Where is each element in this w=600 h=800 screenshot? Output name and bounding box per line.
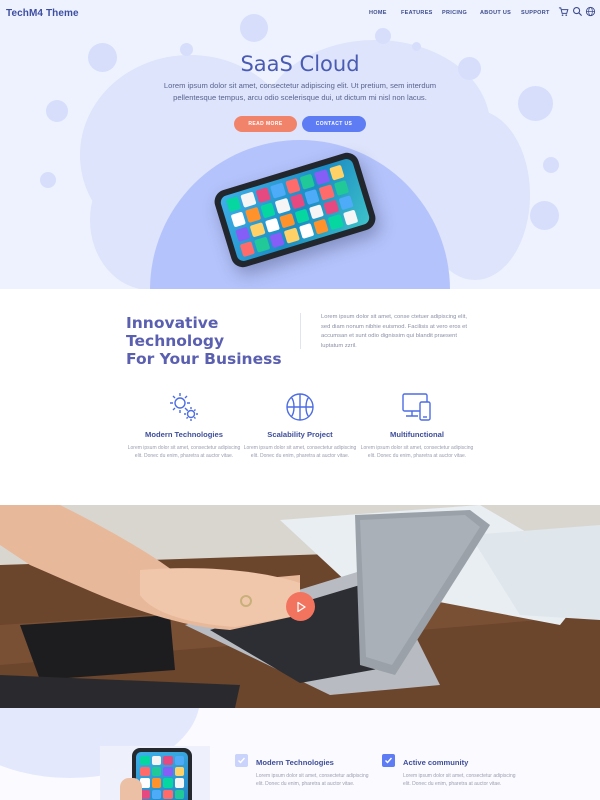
app-icon: [245, 206, 261, 223]
app-icon: [289, 193, 305, 210]
app-icon: [230, 211, 247, 227]
decor-dot: [530, 201, 559, 230]
bottom-features-section: Modern Technologies Lorem ipsum dolor si…: [0, 708, 600, 800]
feature-multifunctional: Multifunctional Lorem ipsum dolor sit am…: [357, 390, 477, 460]
nav-item-about-us[interactable]: ABOUT US: [480, 10, 511, 16]
app-icon: [254, 236, 271, 253]
app-icon: [240, 191, 257, 208]
app-icon: [140, 756, 150, 766]
app-icon: [342, 209, 359, 226]
app-icon: [151, 778, 161, 788]
feature-title: Scalability Project: [267, 430, 333, 439]
app-icon: [308, 203, 325, 220]
app-icon: [264, 217, 281, 234]
brand-logo[interactable]: TechM4 Theme: [6, 8, 79, 19]
app-icon: [304, 188, 320, 205]
divider: [300, 313, 301, 349]
play-video-button[interactable]: [286, 592, 315, 621]
app-icon: [239, 241, 256, 258]
feature-title: Multifunctional: [390, 430, 444, 439]
app-icon: [294, 208, 310, 225]
app-icon: [313, 218, 329, 235]
app-icon: [274, 197, 291, 214]
app-icon: [279, 212, 295, 229]
phone-screen: [136, 752, 188, 800]
checkbox-icon: [235, 754, 248, 767]
app-icon: [163, 767, 173, 777]
checkbox-icon: [382, 754, 395, 767]
nav-item-pricing[interactable]: PRICING: [442, 10, 467, 16]
app-icon: [151, 767, 161, 777]
hero-description: Lorem ipsum dolor sit amet, consectetur …: [163, 81, 437, 102]
app-icon: [328, 164, 345, 181]
feature-text: Lorem ipsum dolor sit amet, consectetur …: [360, 445, 474, 459]
app-icon: [270, 182, 286, 199]
decor-dot: [412, 42, 421, 51]
decor-dot: [40, 172, 56, 188]
cart-icon[interactable]: [558, 6, 569, 17]
intro-heading-line1: Innovative Technology: [126, 314, 225, 350]
app-icon: [235, 226, 251, 243]
app-icon: [174, 767, 184, 777]
globe-icon[interactable]: [585, 6, 596, 17]
nav-item-support[interactable]: SUPPORT: [521, 10, 550, 16]
feature-scalability-project: Scalability Project Lorem ipsum dolor si…: [240, 390, 360, 460]
bottom-feature-text: Lorem ipsum dolor sit amet, consectetur …: [256, 773, 369, 787]
basketball-icon: [286, 393, 314, 421]
nav-item-home[interactable]: HOME: [369, 10, 387, 16]
app-icon: [259, 202, 276, 218]
nav-item-features[interactable]: FEATURES: [401, 10, 433, 16]
app-icon: [269, 232, 285, 249]
read-more-button[interactable]: READ MORE: [234, 116, 297, 132]
app-icon: [174, 756, 184, 766]
app-icon: [151, 756, 161, 766]
feature-text: Lorem ipsum dolor sit amet, consectetur …: [127, 445, 241, 459]
top-navbar: TechM4 Theme HOME FEATURES PRICING ABOUT…: [0, 0, 600, 26]
intro-heading: Innovative Technology For Your Business: [126, 314, 296, 368]
app-icon: [333, 179, 350, 196]
bottom-feature-title: Active community: [403, 758, 469, 767]
feature-modern-technologies: Modern Technologies Lorem ipsum dolor si…: [124, 390, 244, 460]
decor-dot: [375, 28, 391, 44]
hero-title: SaaS Cloud: [240, 52, 360, 76]
gears-icon: [170, 393, 198, 421]
app-icon: [163, 778, 173, 788]
bottom-feature-text: Lorem ipsum dolor sit amet, consectetur …: [403, 773, 516, 787]
app-icon: [283, 227, 300, 244]
feature-text: Lorem ipsum dolor sit amet, consectetur …: [243, 445, 357, 459]
intro-heading-line2: For Your Business: [126, 350, 282, 368]
decor-dot: [518, 86, 553, 121]
app-icon: [151, 789, 161, 799]
app-icon: [328, 214, 344, 231]
search-icon[interactable]: [572, 6, 583, 17]
app-icon: [249, 221, 266, 238]
app-icon: [338, 194, 354, 211]
app-icon: [323, 199, 339, 216]
play-icon: [296, 601, 306, 612]
decor-dot: [46, 100, 68, 122]
feature-title: Modern Technologies: [145, 430, 223, 439]
app-icon: [255, 187, 271, 203]
contact-us-button[interactable]: CONTACT US: [302, 116, 366, 132]
app-icon: [318, 184, 335, 201]
app-icon: [174, 789, 184, 799]
app-icon: [284, 178, 301, 194]
app-icon: [163, 756, 173, 766]
app-icon: [299, 173, 316, 190]
app-icon: [163, 789, 173, 799]
app-icon: [225, 196, 242, 212]
app-icon: [314, 169, 330, 185]
hero-section: TechM4 Theme HOME FEATURES PRICING ABOUT…: [0, 0, 600, 289]
intro-text: Lorem ipsum dolor sit amet, conse ctetue…: [321, 314, 467, 349]
decor-dot: [543, 157, 559, 173]
devices-icon: [402, 393, 431, 421]
app-icon: [174, 778, 184, 788]
hand-image: [120, 778, 142, 800]
app-icon: [140, 767, 150, 777]
bottom-feature-title: Modern Technologies: [256, 758, 334, 767]
app-icon: [298, 223, 315, 240]
